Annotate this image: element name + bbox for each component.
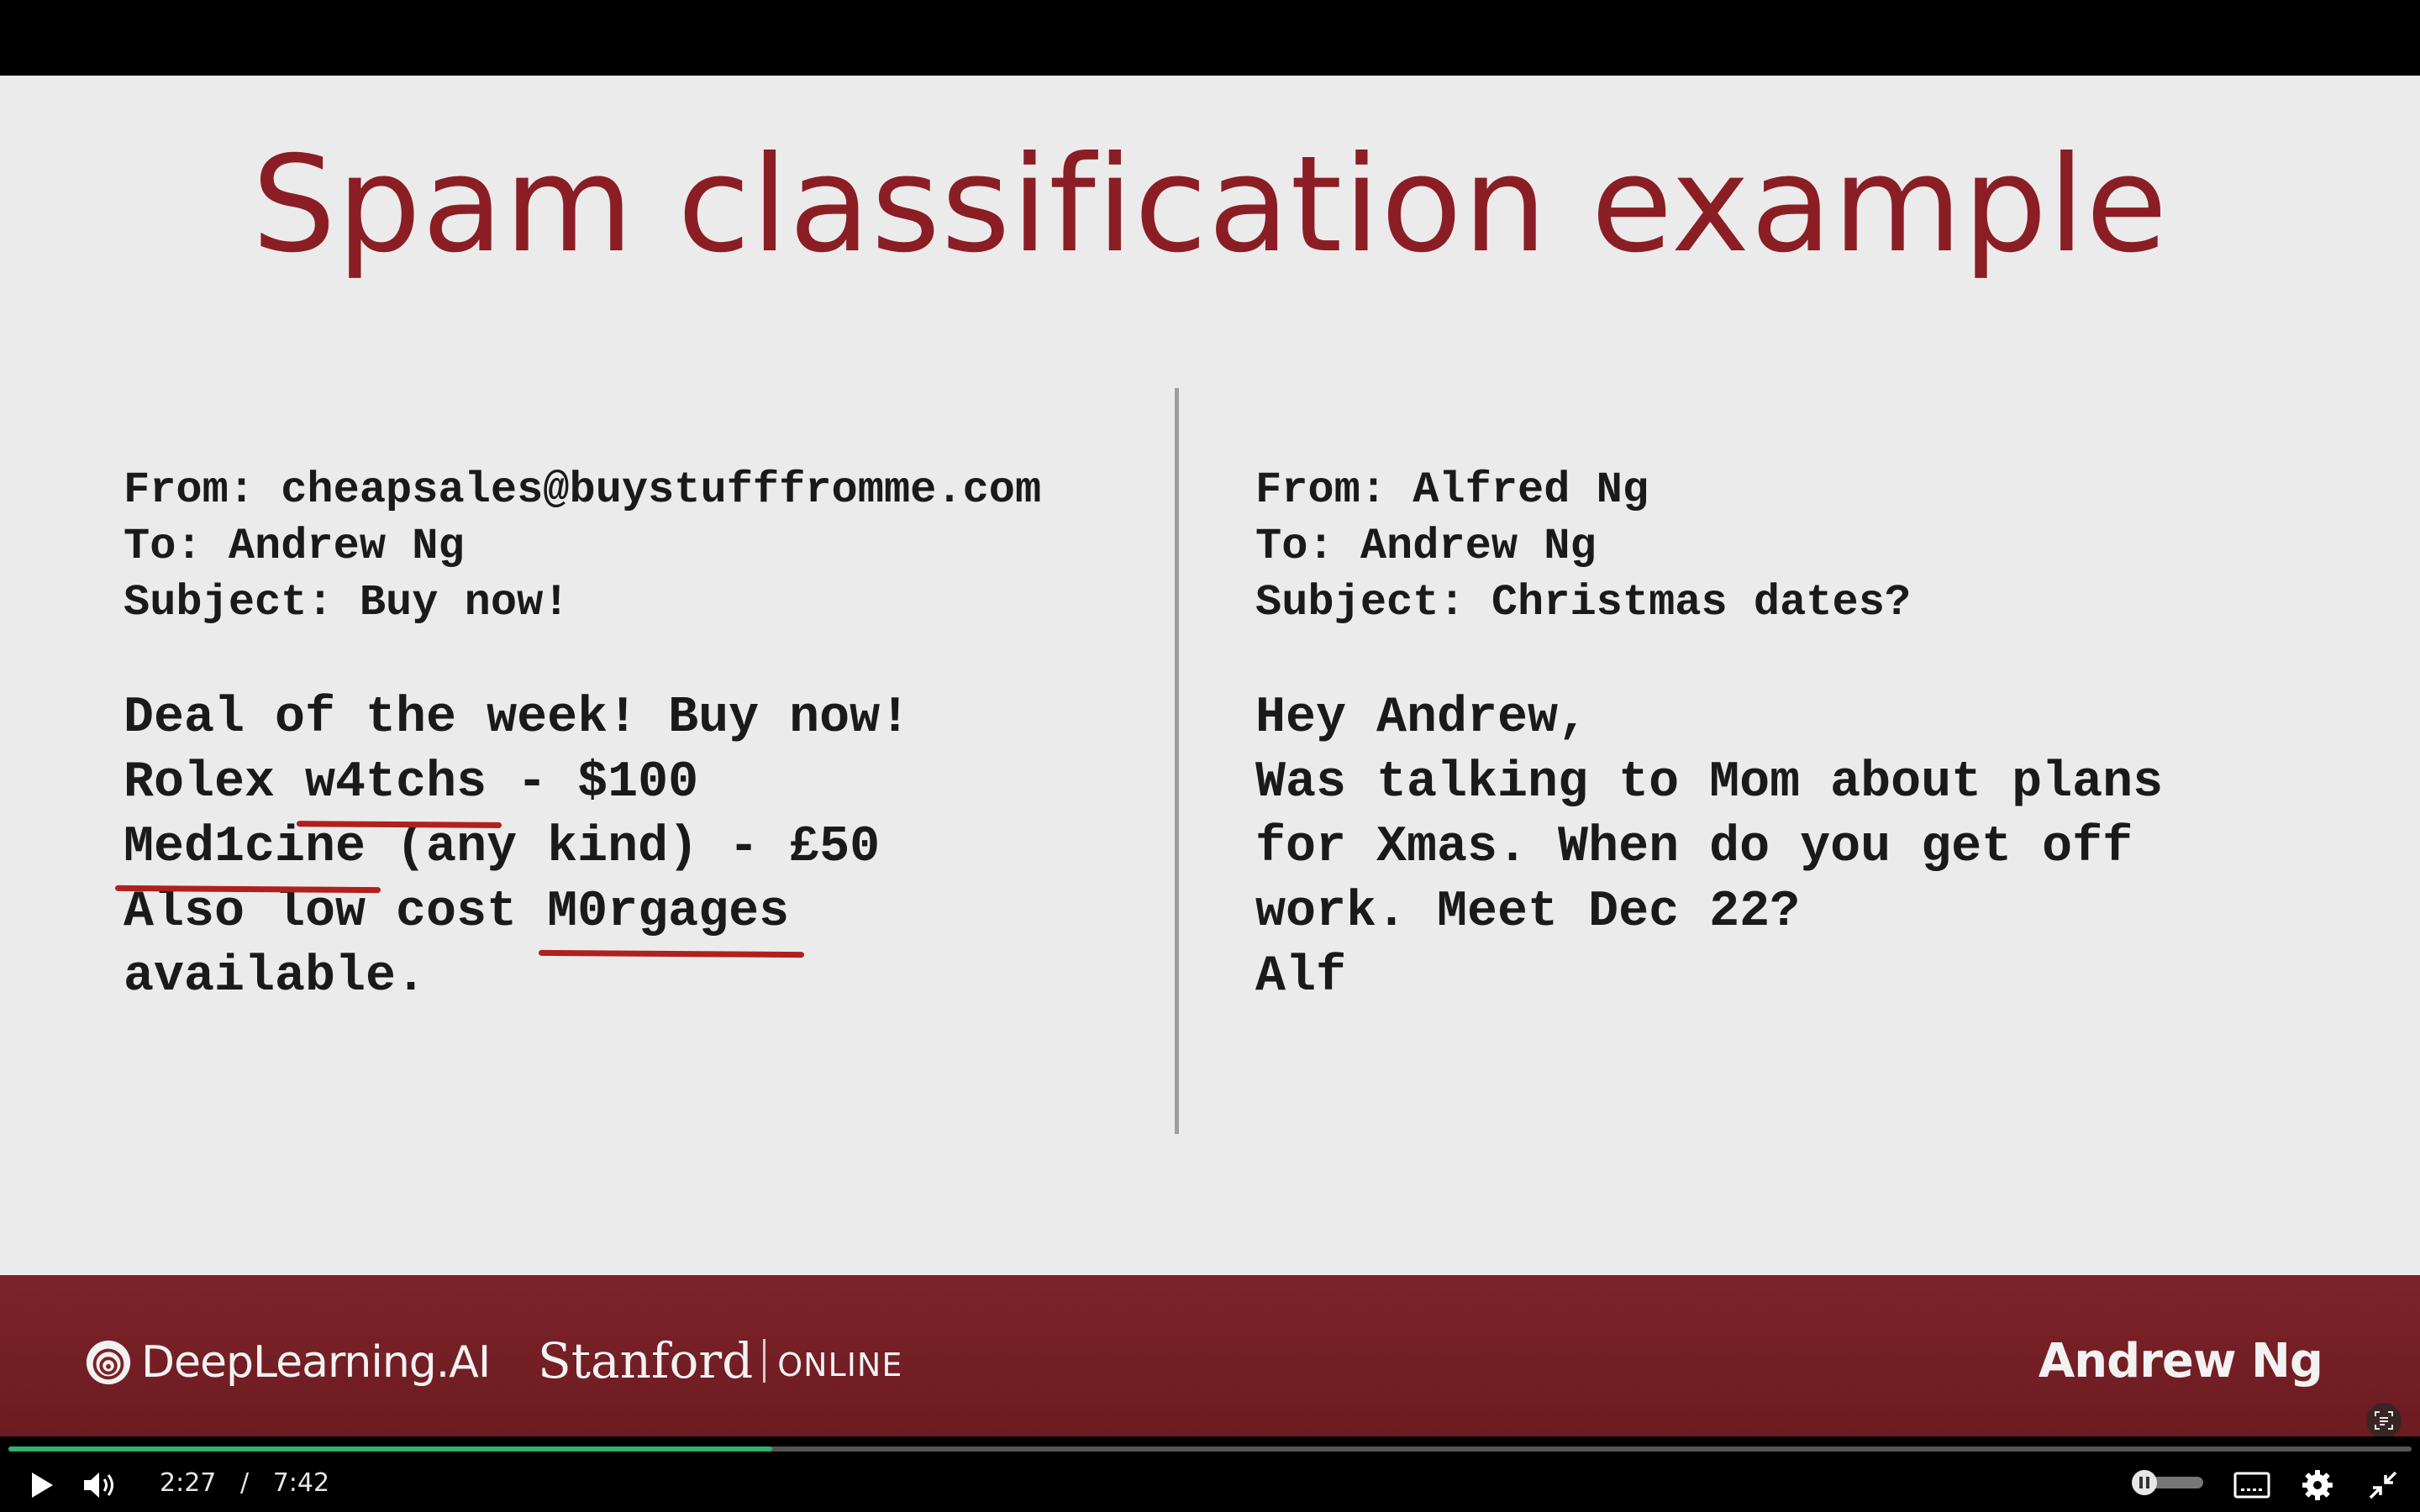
logo-divider: [763, 1339, 766, 1383]
progress-bar[interactable]: [8, 1446, 2412, 1452]
pause-toggle-icon: [2132, 1470, 2203, 1495]
body-line: Rolex w4tchs - $100: [124, 751, 1041, 816]
underlined-word: Med1cine: [124, 816, 366, 880]
progress-fill: [8, 1446, 773, 1452]
autoplay-toggle[interactable]: [2128, 1470, 2205, 1495]
deeplearning-ai-text: DeepLearning.AI: [141, 1337, 491, 1388]
captions-icon: [2233, 1472, 2270, 1499]
settings-gear-icon: [2302, 1470, 2333, 1500]
time-separator: /: [239, 1468, 250, 1498]
slide-footer: DeepLearning.AI Stanford ONLINE Andrew N…: [0, 1275, 2420, 1438]
slide-title: Spam classification example: [251, 128, 2169, 282]
current-time: 2:27: [160, 1468, 217, 1498]
video-player: Spam classification example From: cheaps…: [0, 0, 2420, 1512]
caption-overlay-icon: [2375, 1411, 2393, 1430]
lecture-slide: Spam classification example From: cheaps…: [0, 76, 2420, 1275]
play-button[interactable]: [24, 1467, 60, 1504]
duration: 7:42: [272, 1468, 330, 1498]
email-body: Deal of the week! Buy now! Rolex w4tchs …: [124, 686, 1041, 1010]
column-divider: [1175, 388, 1179, 1134]
captions-button[interactable]: [2232, 1468, 2272, 1502]
email-subject: Subject: Buy now!: [124, 578, 570, 627]
body-line: Alf: [1255, 948, 1347, 1005]
underlined-word: w4tchs: [305, 751, 487, 816]
body-line: work. Meet Dec 22?: [1255, 884, 1801, 941]
volume-button[interactable]: [81, 1467, 121, 1504]
presenter-name: Andrew Ng: [2038, 1334, 2323, 1389]
settings-button[interactable]: [2299, 1467, 2336, 1504]
exit-fullscreen-icon: [2369, 1471, 2397, 1499]
stanford-text: Stanford: [538, 1332, 754, 1389]
body-line: Med1cine (any kind) - £50: [124, 816, 1041, 880]
underlined-word: M0rgages: [547, 880, 789, 945]
email-from: From: cheapsales@buystufffromme.com: [124, 465, 1042, 515]
deeplearning-ai-logo: DeepLearning.AI: [84, 1337, 491, 1388]
time-display: 2:27 / 7:42: [160, 1468, 329, 1498]
deeplearning-ai-icon: [86, 1340, 131, 1385]
body-line: Hey Andrew,: [1255, 690, 1589, 747]
caption-overlay-button[interactable]: [2366, 1403, 2402, 1438]
body-text: Rolex: [124, 754, 306, 811]
email-to: To: Andrew Ng: [124, 522, 465, 571]
volume-icon: [84, 1473, 113, 1498]
play-icon: [32, 1473, 53, 1498]
spam-email: From: cheapsales@buystufffromme.com To: …: [124, 462, 1041, 1010]
body-line: for Xmas. When do you get off: [1255, 819, 2133, 876]
body-line: Deal of the week! Buy now!: [124, 690, 911, 747]
online-text: ONLINE: [777, 1347, 903, 1383]
player-controls: 2:27 / 7:42: [0, 1436, 2420, 1512]
email-to: To: Andrew Ng: [1255, 522, 1597, 571]
non-spam-email: From: Alfred Ng To: Andrew Ng Subject: C…: [1255, 462, 2163, 1010]
email-body: Hey Andrew, Was talking to Mom about pla…: [1255, 686, 2163, 1010]
email-from: From: Alfred Ng: [1255, 465, 1649, 515]
body-text: - $100: [487, 754, 699, 811]
email-subject: Subject: Christmas dates?: [1255, 578, 1912, 627]
body-line: Was talking to Mom about plans: [1255, 754, 2164, 811]
exit-fullscreen-button[interactable]: [2365, 1467, 2402, 1504]
stanford-online-logo: Stanford ONLINE: [538, 1332, 902, 1389]
